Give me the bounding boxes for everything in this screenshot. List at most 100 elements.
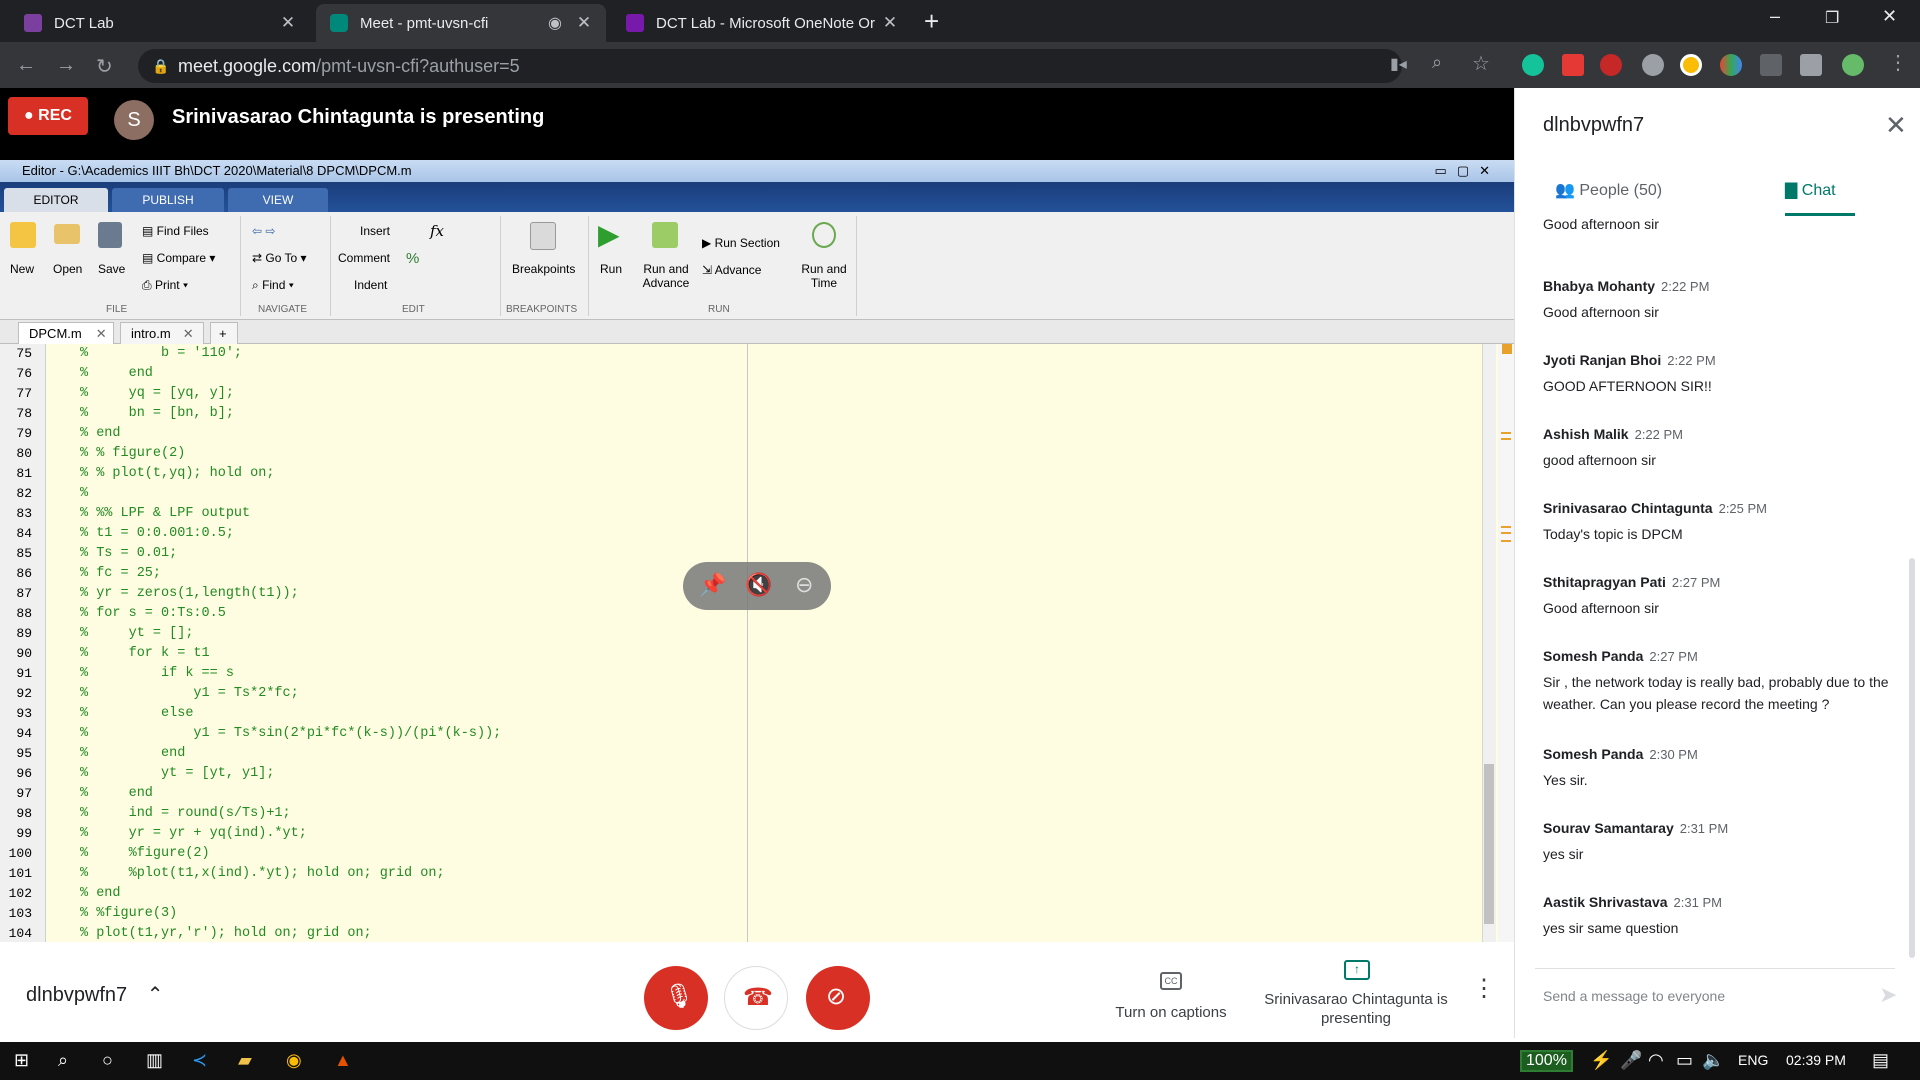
present-screen-icon: ↑ (1344, 960, 1370, 980)
forward-icon[interactable]: → (56, 54, 76, 77)
save-label: Save (98, 262, 126, 276)
react-extension-icon[interactable] (1642, 54, 1664, 76)
chrome-extension-icon[interactable] (1680, 54, 1702, 76)
analyzer-mark (1501, 532, 1511, 534)
new-tab-button[interactable]: + (924, 6, 939, 37)
doc-tab-dpcm: DPCM.m ✕ (18, 322, 114, 344)
message-text: Good afternoon sir (1543, 218, 1659, 232)
matlab-icon[interactable]: ▲ (334, 1050, 352, 1071)
grammarly-extension-icon[interactable] (1522, 54, 1544, 76)
camera-icon[interactable]: ▮◂ (1390, 54, 1407, 74)
presenting-status-button[interactable]: Srinivasarao Chintagunta is presenting (1262, 990, 1450, 1028)
code-line: % yr = yr + yq(ind).*yt; (80, 826, 307, 841)
run-time-label: Run and Time (801, 262, 847, 290)
notifications-icon[interactable]: ▤ (1872, 1050, 1889, 1071)
chat-panel: dlnbvpwfn7 ✕ 👥 People (50) ▇ Chat Good a… (1514, 88, 1920, 1038)
send-icon[interactable]: ➤ (1879, 982, 1897, 1008)
close-tab-icon[interactable]: ✕ (276, 13, 300, 33)
zoom-icon[interactable]: ⌕ (1432, 52, 1442, 73)
yab-extension-icon[interactable] (1600, 54, 1622, 76)
more-options-icon[interactable]: ⋮ (1472, 974, 1496, 1003)
pin-icon[interactable]: 📌 (699, 572, 726, 598)
presenting-text: Srinivasarao Chintagunta is presenting (172, 106, 545, 128)
captions-button[interactable]: Turn on captions (1106, 1004, 1236, 1021)
windows-start-icon[interactable]: ⊞ (14, 1050, 29, 1071)
leave-call-button[interactable]: ☎ (724, 966, 788, 1030)
remove-icon[interactable]: ⊖ (795, 572, 813, 598)
code-line: % end (80, 886, 121, 901)
chrome-icon[interactable]: ◉ (286, 1050, 302, 1071)
camera-toggle-button[interactable]: ⊘ (806, 966, 870, 1030)
close-tab-icon[interactable]: ✕ (878, 13, 902, 33)
search-icon[interactable]: ⌕ (58, 1050, 68, 1071)
battery-icon: ▭ (1676, 1050, 1694, 1070)
advance-label: ⇲ Advance (702, 263, 762, 277)
back-icon[interactable]: ← (16, 54, 36, 77)
right-margin-line (747, 344, 748, 942)
code-line: % plot(t1,yr,'r'); hold on; grid on; (80, 926, 372, 941)
message-text: Today's topic is DPCM (1543, 526, 1683, 542)
message-text: Yes sir. (1543, 772, 1588, 788)
code-line: % ind = round(s/Ts)+1; (80, 806, 291, 821)
recording-badge: ● REC (8, 97, 88, 135)
run-advance-label: Run and Advance (642, 262, 690, 290)
screen-extension-icon[interactable] (1760, 54, 1782, 76)
minimize-button[interactable]: – (1770, 6, 1780, 27)
puzzle-extensions-icon[interactable] (1800, 54, 1822, 76)
code-line: % %figure(3) (80, 906, 178, 921)
line-number: 100 (8, 846, 32, 861)
shared-screen-matlab: Editor - G:\Academics IIIT Bh\DCT 2020\M… (0, 160, 1514, 942)
battery-percent: 100% (1520, 1050, 1573, 1072)
browser-menu-icon[interactable]: ⋮ (1888, 50, 1908, 75)
message-sender: Somesh Panda 2:30 PM (1543, 746, 1698, 762)
meeting-code[interactable]: dlnbvpwfn7 ⌃ (26, 982, 164, 1007)
message-text: Sir , the network today is really bad, p… (1543, 674, 1889, 712)
url-input[interactable]: 🔒 meet.google.com/pmt-uvsn-cfi?authuser=… (138, 49, 1402, 83)
reload-icon[interactable]: ↻ (96, 54, 113, 79)
browser-tab-onenote[interactable]: DCT Lab - Microsoft OneNote Or ✕ (612, 4, 912, 42)
comment-percent-icon: % (406, 250, 420, 267)
line-number: 102 (8, 886, 32, 901)
browser-tab-dct-lab[interactable]: DCT Lab ✕ (10, 4, 310, 42)
message-time: 2:22 PM (1667, 353, 1716, 368)
run-section-section-label: RUN (708, 304, 730, 315)
breakpoints-label: Breakpoints (512, 262, 576, 276)
close-panel-icon[interactable]: ✕ (1885, 110, 1907, 141)
profile-avatar[interactable] (1842, 54, 1864, 76)
close-window-button[interactable]: ✕ (1882, 6, 1897, 27)
language-indicator[interactable]: ENG (1738, 1052, 1768, 1068)
run-advance-icon (652, 222, 678, 248)
mute-icon[interactable]: 🔇 (745, 572, 772, 598)
line-number: 92 (16, 686, 32, 701)
message-text: Good afternoon sir (1543, 304, 1659, 320)
code-line: % end (80, 786, 153, 801)
color-extension-icon[interactable] (1720, 54, 1742, 76)
tab-chat[interactable]: ▇ Chat (1785, 180, 1836, 200)
editor-scroll-thumb (1484, 764, 1494, 924)
browser-tab-bar: DCT Lab ✕ Meet - pmt-uvsn-cfi ◉ ✕ DCT La… (0, 0, 1920, 42)
close-tab-icon[interactable]: ✕ (572, 13, 596, 33)
tab-people[interactable]: 👥 People (50) (1555, 180, 1662, 200)
clock[interactable]: 02:39 PM (1786, 1052, 1846, 1068)
maximize-button[interactable]: ❐ (1825, 8, 1839, 28)
file-explorer-icon[interactable]: ▰ (238, 1050, 252, 1071)
line-number: 83 (16, 506, 32, 521)
mic-toggle-button[interactable]: 🎙 (644, 966, 708, 1030)
chat-message: Ashish Malik 2:22 PM good afternoon sir (1543, 426, 1893, 471)
vscode-icon[interactable]: ≺ (192, 1050, 207, 1071)
chat-scrollbar[interactable] (1909, 558, 1915, 958)
chat-panel-title: dlnbvpwfn7 (1543, 114, 1645, 136)
file-section-label: FILE (106, 304, 128, 315)
bookmark-star-icon[interactable]: ☆ (1472, 51, 1490, 76)
chat-icon: ▇ (1785, 182, 1798, 199)
analyzer-mark (1501, 540, 1511, 542)
open-label: Open (53, 262, 83, 276)
cortana-icon[interactable]: ○ (102, 1050, 113, 1071)
chat-message-input[interactable]: Send a message to everyone (1543, 988, 1725, 1004)
camera-off-icon: ⊘ (826, 983, 847, 1010)
browser-tab-meet[interactable]: Meet - pmt-uvsn-cfi ◉ ✕ (316, 4, 606, 42)
pdf-extension-icon[interactable] (1562, 54, 1584, 76)
task-view-icon[interactable]: ▥ (146, 1050, 163, 1071)
message-time: 2:31 PM (1679, 821, 1729, 836)
line-number: 76 (16, 366, 32, 381)
